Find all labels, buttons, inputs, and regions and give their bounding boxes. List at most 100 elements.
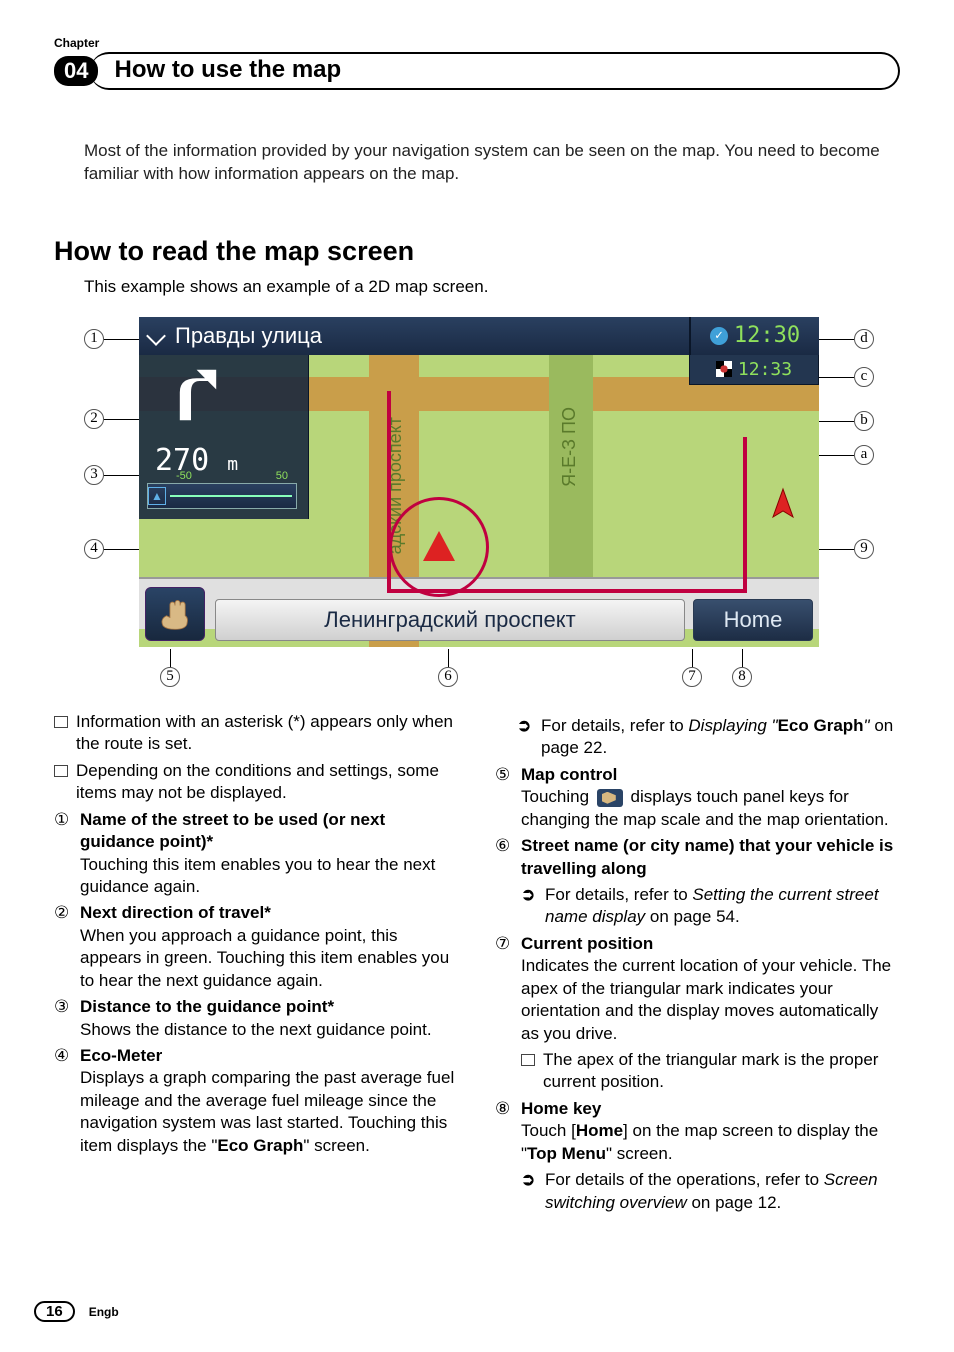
- item-title: Distance to the guidance point*: [80, 997, 334, 1016]
- lead-line: [819, 421, 854, 422]
- item-title: Home key: [521, 1099, 601, 1118]
- section-title: How to read the map screen: [54, 236, 900, 267]
- xref-text: For details of the operations, refer to …: [545, 1169, 900, 1214]
- distance-unit: m: [227, 454, 238, 475]
- xref-text: For details, refer to Setting the curren…: [545, 884, 900, 929]
- lead-line: [104, 475, 139, 476]
- flag-icon: [716, 361, 732, 377]
- map-figure: 1 2 3 4 d c b a 9 5 6 7 8 адский проспек…: [84, 317, 870, 691]
- callout-12: c: [854, 367, 874, 387]
- note-item: Information with an asterisk (*) appears…: [54, 711, 459, 756]
- left-column: Information with an asterisk (*) appears…: [54, 711, 459, 1214]
- xref-item: ➲ For details, refer to Displaying "Eco …: [495, 715, 900, 760]
- item-number: ⑤: [495, 764, 513, 831]
- section-subtitle: This example shows an example of a 2D ma…: [84, 277, 900, 297]
- refer-icon: ➲: [521, 1169, 537, 1214]
- lead-line: [819, 377, 854, 378]
- lead-line: [170, 649, 171, 667]
- header-title: How to use the map: [114, 56, 880, 84]
- item-body: Touching this item enables you to hear t…: [80, 855, 435, 896]
- square-bullet-icon: [54, 765, 68, 777]
- lead-line: [819, 339, 854, 340]
- clock-icon: ✓: [710, 327, 728, 345]
- lead-line: [104, 339, 139, 340]
- map-control-button[interactable]: [145, 587, 205, 641]
- description-columns: Information with an asterisk (*) appears…: [54, 711, 900, 1214]
- note-item: Depending on the conditions and settings…: [54, 760, 459, 805]
- callout-13: d: [854, 329, 874, 349]
- callout-5: 5: [160, 667, 180, 687]
- eco-label-plus: 50: [276, 470, 288, 482]
- item-title: Next direction of travel*: [80, 903, 271, 922]
- lead-line: [448, 649, 449, 667]
- item-number: ⑧: [495, 1098, 513, 1214]
- page-number: 16: [34, 1301, 75, 1322]
- current-street-bar[interactable]: Ленинградский проспект: [215, 599, 685, 641]
- item-body: Touching displays touch panel keys for c…: [521, 787, 889, 828]
- home-button[interactable]: Home: [693, 599, 813, 641]
- intro-text: Most of the information provided by your…: [84, 140, 900, 186]
- lead-line: [104, 549, 139, 550]
- compass-icon[interactable]: [763, 487, 803, 527]
- route-line: [743, 437, 747, 593]
- item-number: ②: [54, 902, 72, 992]
- eco-label-minus: -50: [176, 470, 192, 482]
- lead-line: [742, 649, 743, 667]
- item-body: Displays a graph comparing the past aver…: [80, 1068, 454, 1154]
- lead-line: [104, 419, 139, 420]
- xref-item: ➲ For details of the operations, refer t…: [521, 1169, 900, 1214]
- item-number: ④: [54, 1045, 72, 1157]
- guidance-panel[interactable]: 270 m ▲ -50 50: [139, 355, 309, 519]
- list-item: ① Name of the street to be used (or next…: [54, 809, 459, 899]
- item-body: Indicates the current location of your v…: [521, 956, 891, 1042]
- item-title: Map control: [521, 765, 617, 784]
- callout-11: b: [854, 411, 874, 431]
- callout-10: a: [854, 445, 874, 465]
- clock-value: 12:33: [738, 359, 792, 380]
- current-position-icon: [423, 531, 455, 561]
- callout-1: 1: [84, 329, 104, 349]
- callout-2: 2: [84, 409, 104, 429]
- list-item: ④ Eco-Meter Displays a graph comparing t…: [54, 1045, 459, 1157]
- square-bullet-icon: [521, 1054, 535, 1066]
- note-item: The apex of the triangular mark is the p…: [521, 1049, 900, 1094]
- callout-4: 4: [84, 539, 104, 559]
- xref-item: ➲ For details, refer to Setting the curr…: [521, 884, 900, 929]
- hand-icon: [597, 789, 623, 807]
- item-title: Street name (or city name) that your veh…: [521, 836, 893, 877]
- list-item: ⑧ Home key Touch [Home] on the map scree…: [495, 1098, 900, 1214]
- callout-7: 7: [682, 667, 702, 687]
- current-time[interactable]: ✓ 12:30: [689, 317, 819, 355]
- item-number: ③: [54, 996, 72, 1041]
- right-column: ➲ For details, refer to Displaying "Eco …: [495, 711, 900, 1214]
- arrival-time[interactable]: 12:33: [689, 355, 819, 385]
- item-title: Name of the street to be used (or next g…: [80, 810, 385, 851]
- clock-value: 12:30: [734, 323, 800, 348]
- lead-line: [819, 455, 854, 456]
- list-item: ② Next direction of travel* When you app…: [54, 902, 459, 992]
- refer-icon: ➲: [521, 884, 537, 929]
- map-screenshot: адский проспект Я-Е-З ПО Правды улица ✓ …: [139, 317, 819, 647]
- header-title-wrap: How to use the map: [90, 52, 900, 90]
- xref-text: For details, refer to Displaying "Eco Gr…: [541, 715, 900, 760]
- callout-6: 6: [438, 667, 458, 687]
- note-text: Information with an asterisk (*) appears…: [76, 711, 459, 756]
- item-body: When you approach a guidance point, this…: [80, 926, 449, 990]
- header-row: 04 How to use the map: [54, 52, 900, 90]
- item-number: ⑦: [495, 933, 513, 1094]
- square-bullet-icon: [54, 716, 68, 728]
- refer-icon: ➲: [517, 715, 533, 760]
- chapter-label: Chapter: [54, 36, 900, 50]
- item-title: Current position: [521, 934, 653, 953]
- note-text: The apex of the triangular mark is the p…: [543, 1049, 900, 1094]
- callout-9: 9: [854, 539, 874, 559]
- list-item: ⑥ Street name (or city name) that your v…: [495, 835, 900, 929]
- eco-icon: ▲: [148, 487, 166, 505]
- eco-meter[interactable]: ▲ -50 50: [147, 483, 297, 509]
- current-street-name: Ленинградский проспект: [324, 607, 575, 633]
- street-label: Я-Е-З ПО: [559, 407, 580, 487]
- item-number: ①: [54, 809, 72, 899]
- turn-arrow-icon: [163, 367, 219, 423]
- callout-3: 3: [84, 465, 104, 485]
- list-item: ③ Distance to the guidance point* Shows …: [54, 996, 459, 1041]
